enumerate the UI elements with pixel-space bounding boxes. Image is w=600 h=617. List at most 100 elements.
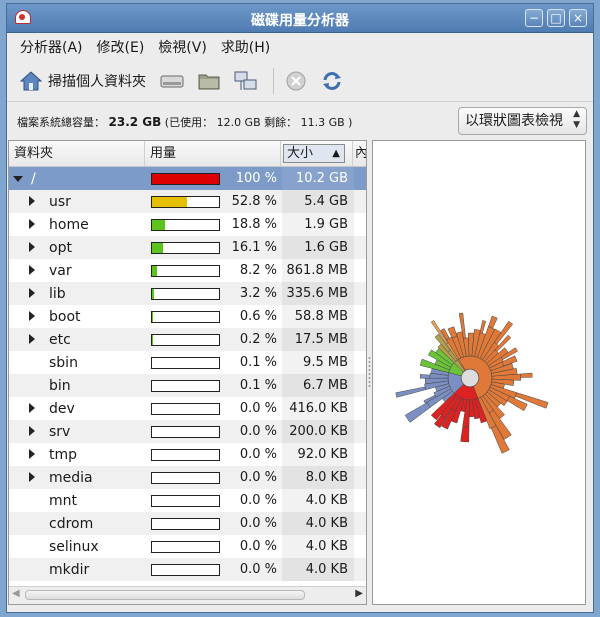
folder-row[interactable]: media 0.0 % 8.0 KB [9,466,366,489]
folder-row[interactable]: sbin 0.1 % 9.5 MB [9,351,366,374]
folder-row[interactable]: bin 0.1 % 6.7 MB [9,374,366,397]
network-icon [234,71,257,90]
folder-icon [198,74,220,90]
folder-row[interactable]: home 18.8 % 1.9 GB [9,213,366,236]
ring-subsegment[interactable] [460,426,470,443]
minimize-button[interactable]: − [525,9,543,27]
folder-name: opt [49,240,72,256]
size-sort-box: 大小 ▲ [283,144,345,163]
scan-home-label: 掃描個人資料夾 [48,74,146,90]
folder-row[interactable]: usr 52.8 % 5.4 GB [9,190,366,213]
folder-size: 200.0 KB [282,420,354,443]
usage-bar [151,196,220,208]
view-mode-select[interactable]: 以環狀圖表檢視 ▲ ▼ [458,107,587,135]
scan-filesystem-button[interactable] [155,65,189,97]
folder-size: 9.5 MB [282,351,354,374]
scroll-left-arrow-icon[interactable]: ◀ [12,588,20,599]
expander-collapsed-icon[interactable] [29,311,35,321]
ring-subsegment[interactable] [447,326,458,339]
folder-row[interactable]: tmp 0.0 % 92.0 KB [9,443,366,466]
usage-bar [151,265,220,277]
usage-bar-fill [152,266,158,276]
folder-row[interactable]: etc 0.2 % 17.5 MB [9,328,366,351]
expander-collapsed-icon[interactable] [29,334,35,344]
folder-row[interactable]: opt 16.1 % 1.6 GB [9,236,366,259]
ring-subsegment[interactable] [520,372,533,378]
expander-collapsed-icon[interactable] [29,449,35,459]
expander-collapsed-icon[interactable] [29,196,35,206]
folder-size: 4.0 KB [282,558,354,581]
refresh-icon [323,72,341,90]
refresh-button[interactable] [316,65,348,97]
folder-size: 1.6 GB [282,236,354,259]
usage-bar [151,541,220,553]
folder-row[interactable]: srv 0.0 % 200.0 KB [9,420,366,443]
folder-name: media [49,470,93,486]
usage-bar [151,288,220,300]
folder-size: 58.8 MB [282,305,354,328]
scrollbar-thumb[interactable] [25,590,305,600]
ring-subsegment[interactable] [419,374,431,379]
usage-percent: 3.2 % [239,286,277,301]
stop-button[interactable] [280,65,312,97]
expander-expanded-icon[interactable] [13,176,23,182]
folder-name: cdrom [49,516,94,532]
scan-home-button[interactable]: 掃描個人資料夾 [15,65,151,97]
close-button[interactable]: × [569,9,587,27]
folder-row[interactable]: cdrom 0.0 % 4.0 KB [9,512,366,535]
folder-size: 4.0 KB [282,535,354,558]
folder-row[interactable]: mnt 0.0 % 4.0 KB [9,489,366,512]
menu-help[interactable]: 求助(H) [214,37,277,57]
ring-subsegment[interactable] [479,320,487,334]
usage-percent: 0.0 % [239,562,277,577]
folder-name: var [49,263,72,279]
folder-row[interactable]: mkdir 0.0 % 4.0 KB [9,558,366,581]
folder-size: 17.5 MB [282,328,354,351]
usage-bar-fill [152,289,155,299]
usage-bar-fill [152,220,165,230]
scan-remote-button[interactable] [229,65,263,97]
column-header-size[interactable]: 大小 ▲ [281,141,353,166]
usage-percent: 0.1 % [239,355,277,370]
usage-bar [151,403,220,415]
folder-row[interactable]: boot 0.6 % 58.8 MB [9,305,366,328]
ring-chart-view [372,140,586,605]
menu-edit[interactable]: 修改(E) [90,37,152,57]
ring-subsegment[interactable] [488,315,498,329]
column-header-folder[interactable]: 資料夾 [9,141,145,166]
ring-subsegment[interactable] [404,402,431,423]
column-header-usage[interactable]: 用量 [145,141,281,166]
usage-percent: 0.0 % [239,401,277,416]
folder-row[interactable]: / 100 % 10.2 GB [9,167,366,190]
folder-row[interactable]: dev 0.0 % 416.0 KB [9,397,366,420]
expander-collapsed-icon[interactable] [29,219,35,229]
harddisk-icon [160,75,184,88]
horizontal-scrollbar[interactable]: ◀ ▶ [9,586,366,604]
expander-collapsed-icon[interactable] [29,242,35,252]
folder-size: 4.0 KB [282,489,354,512]
expander-collapsed-icon[interactable] [29,403,35,413]
scroll-right-arrow-icon[interactable]: ▶ [355,588,363,599]
window-title: 磁碟用量分析器 [251,13,349,29]
folder-row[interactable]: var 8.2 % 861.8 MB [9,259,366,282]
maximize-button[interactable]: □ [547,9,565,27]
title-bar[interactable]: 磁碟用量分析器 − □ × [7,4,593,33]
expander-collapsed-icon[interactable] [29,288,35,298]
folder-size: 4.0 KB [282,512,354,535]
folder-row[interactable]: selinux 0.0 % 4.0 KB [9,535,366,558]
folder-name: lib [49,286,66,302]
folder-size: 1.9 GB [282,213,354,236]
scan-folder-button[interactable] [193,65,225,97]
expander-collapsed-icon[interactable] [29,265,35,275]
ring-subsegment[interactable] [395,386,427,398]
menu-analyzer[interactable]: 分析器(A) [13,37,90,57]
capacity-label: 檔案系統總容量： [17,116,105,129]
menu-view[interactable]: 檢視(V) [151,37,214,57]
ring-chart[interactable] [373,141,585,604]
usage-percent: 16.1 % [231,240,277,255]
expander-collapsed-icon[interactable] [29,426,35,436]
folder-row[interactable]: lib 3.2 % 335.6 MB [9,282,366,305]
expander-collapsed-icon[interactable] [29,472,35,482]
folder-tree-view: 資料夾 用量 大小 ▲ 內 / 100 % 10.2 GB usr 52.8 % 5.4 … [8,140,367,605]
column-header-contents[interactable]: 內 [353,141,366,166]
